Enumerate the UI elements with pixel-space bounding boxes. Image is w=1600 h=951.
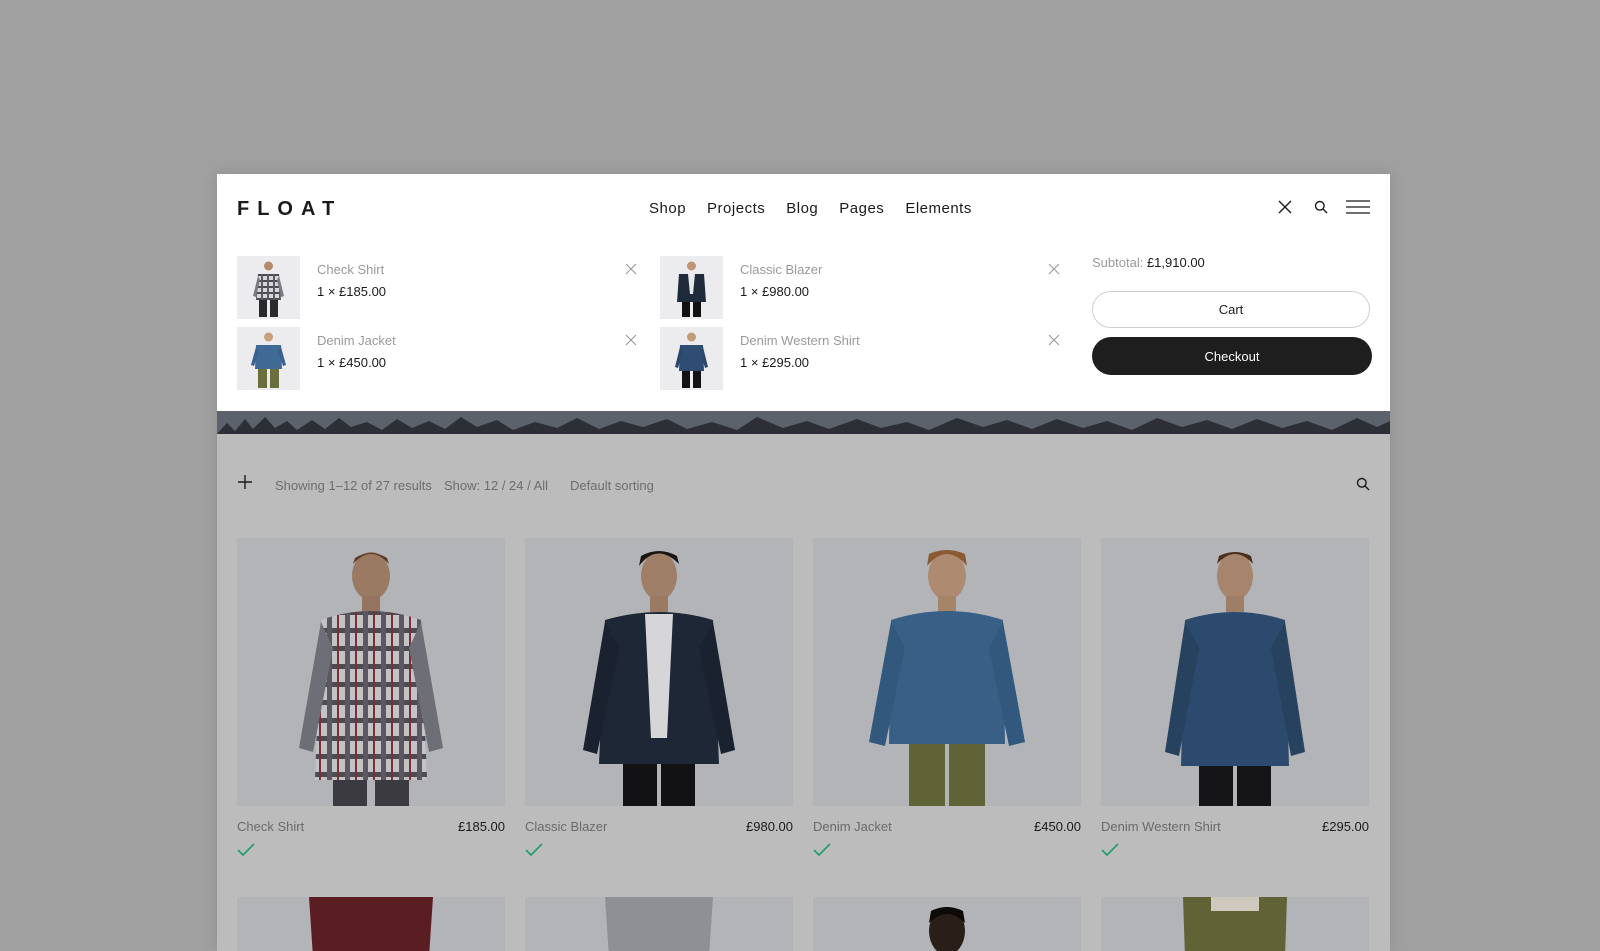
product-price: £185.00: [458, 819, 505, 834]
product-price: £295.00: [1322, 819, 1369, 834]
sorting-select[interactable]: Default sorting: [570, 478, 654, 493]
product-price: £450.00: [1034, 819, 1081, 834]
product-image[interactable]: [237, 538, 505, 806]
search-icon[interactable]: [1356, 477, 1370, 491]
product-card: Check Shirt £185.00: [237, 538, 505, 857]
product-thumbnail[interactable]: [660, 256, 723, 319]
product-card: Denim Jacket £450.00: [813, 538, 1081, 857]
results-count: Showing 1–12 of 27 results: [275, 478, 432, 493]
checkmark-icon: [813, 843, 831, 857]
search-icon[interactable]: [1310, 198, 1332, 216]
product-thumbnail[interactable]: [237, 327, 300, 390]
product-thumbnail[interactable]: [660, 327, 723, 390]
cart-item: Classic Blazer 1 × £980.00: [660, 256, 1070, 320]
shop-content: Showing 1–12 of 27 results Show: 12 / 24…: [217, 434, 1390, 951]
product-image[interactable]: [237, 897, 505, 951]
subtotal-label: Subtotal:: [1092, 255, 1144, 270]
cart-item-quantity: 1 × £450.00: [317, 355, 387, 370]
cart-item-name[interactable]: Denim Jacket: [317, 333, 396, 348]
cart-item-name[interactable]: Classic Blazer: [740, 262, 822, 277]
product-name[interactable]: Denim Western Shirt: [1101, 819, 1221, 834]
hero-banner-strip: [217, 411, 1390, 434]
site-header: FLOAT Shop Projects Blog Pages Elements: [217, 174, 1390, 411]
product-image[interactable]: [1101, 538, 1369, 806]
cart-item: Check Shirt 1 × £185.00: [237, 256, 647, 320]
show-per-page[interactable]: Show: 12 / 24 / All: [444, 478, 548, 493]
checkmark-icon: [1101, 843, 1119, 857]
cart-item-quantity: 1 × £295.00: [740, 355, 810, 370]
cart-item-quantity: 1 × £185.00: [317, 284, 387, 299]
remove-x-icon[interactable]: [1048, 333, 1060, 346]
remove-x-icon[interactable]: [1048, 262, 1060, 275]
product-name[interactable]: Classic Blazer: [525, 819, 607, 834]
cart-item-name[interactable]: Check Shirt: [317, 262, 384, 277]
product-card: [813, 897, 1081, 951]
cart-item: Denim Western Shirt 1 × £295.00: [660, 327, 1070, 391]
product-card: [237, 897, 505, 951]
hamburger-menu-icon[interactable]: [1346, 198, 1370, 216]
checkmark-icon: [525, 843, 543, 857]
product-name[interactable]: Denim Jacket: [813, 819, 892, 834]
cart-subtotal: Subtotal: £1,910.00: [1092, 255, 1205, 270]
shop-toolbar: Showing 1–12 of 27 results Show: 12 / 24…: [237, 474, 1370, 496]
nav-item-projects[interactable]: Projects: [707, 200, 765, 217]
remove-x-icon[interactable]: [625, 262, 637, 275]
site-logo[interactable]: FLOAT: [237, 198, 342, 221]
header-actions: [1274, 198, 1370, 216]
product-price: £980.00: [746, 819, 793, 834]
product-image[interactable]: [813, 897, 1081, 951]
nav-item-elements[interactable]: Elements: [905, 200, 972, 217]
cart-item: Denim Jacket 1 × £450.00: [237, 327, 647, 391]
subtotal-value: £1,910.00: [1146, 255, 1205, 270]
view-cart-button[interactable]: Cart: [1092, 291, 1370, 328]
product-image[interactable]: [813, 538, 1081, 806]
product-card: [1101, 897, 1369, 951]
browser-window: FLOAT Shop Projects Blog Pages Elements: [217, 174, 1390, 951]
remove-x-icon[interactable]: [625, 333, 637, 346]
nav-item-pages[interactable]: Pages: [839, 200, 884, 217]
nav-item-blog[interactable]: Blog: [786, 200, 818, 217]
cart-item-name[interactable]: Denim Western Shirt: [740, 333, 860, 348]
product-image[interactable]: [525, 538, 793, 806]
nav-item-shop[interactable]: Shop: [649, 200, 686, 217]
close-icon[interactable]: [1274, 198, 1296, 216]
product-thumbnail[interactable]: [237, 256, 300, 319]
plus-icon[interactable]: [237, 474, 253, 490]
checkout-button[interactable]: Checkout: [1092, 337, 1372, 375]
product-card: Classic Blazer £980.00: [525, 538, 793, 857]
main-nav: Shop Projects Blog Pages Elements: [649, 200, 972, 217]
product-image[interactable]: [1101, 897, 1369, 951]
product-name[interactable]: Check Shirt: [237, 819, 304, 834]
product-image[interactable]: [525, 897, 793, 951]
product-card: Denim Western Shirt £295.00: [1101, 538, 1369, 857]
product-card: [525, 897, 793, 951]
checkmark-icon: [237, 843, 255, 857]
cart-item-quantity: 1 × £980.00: [740, 284, 810, 299]
